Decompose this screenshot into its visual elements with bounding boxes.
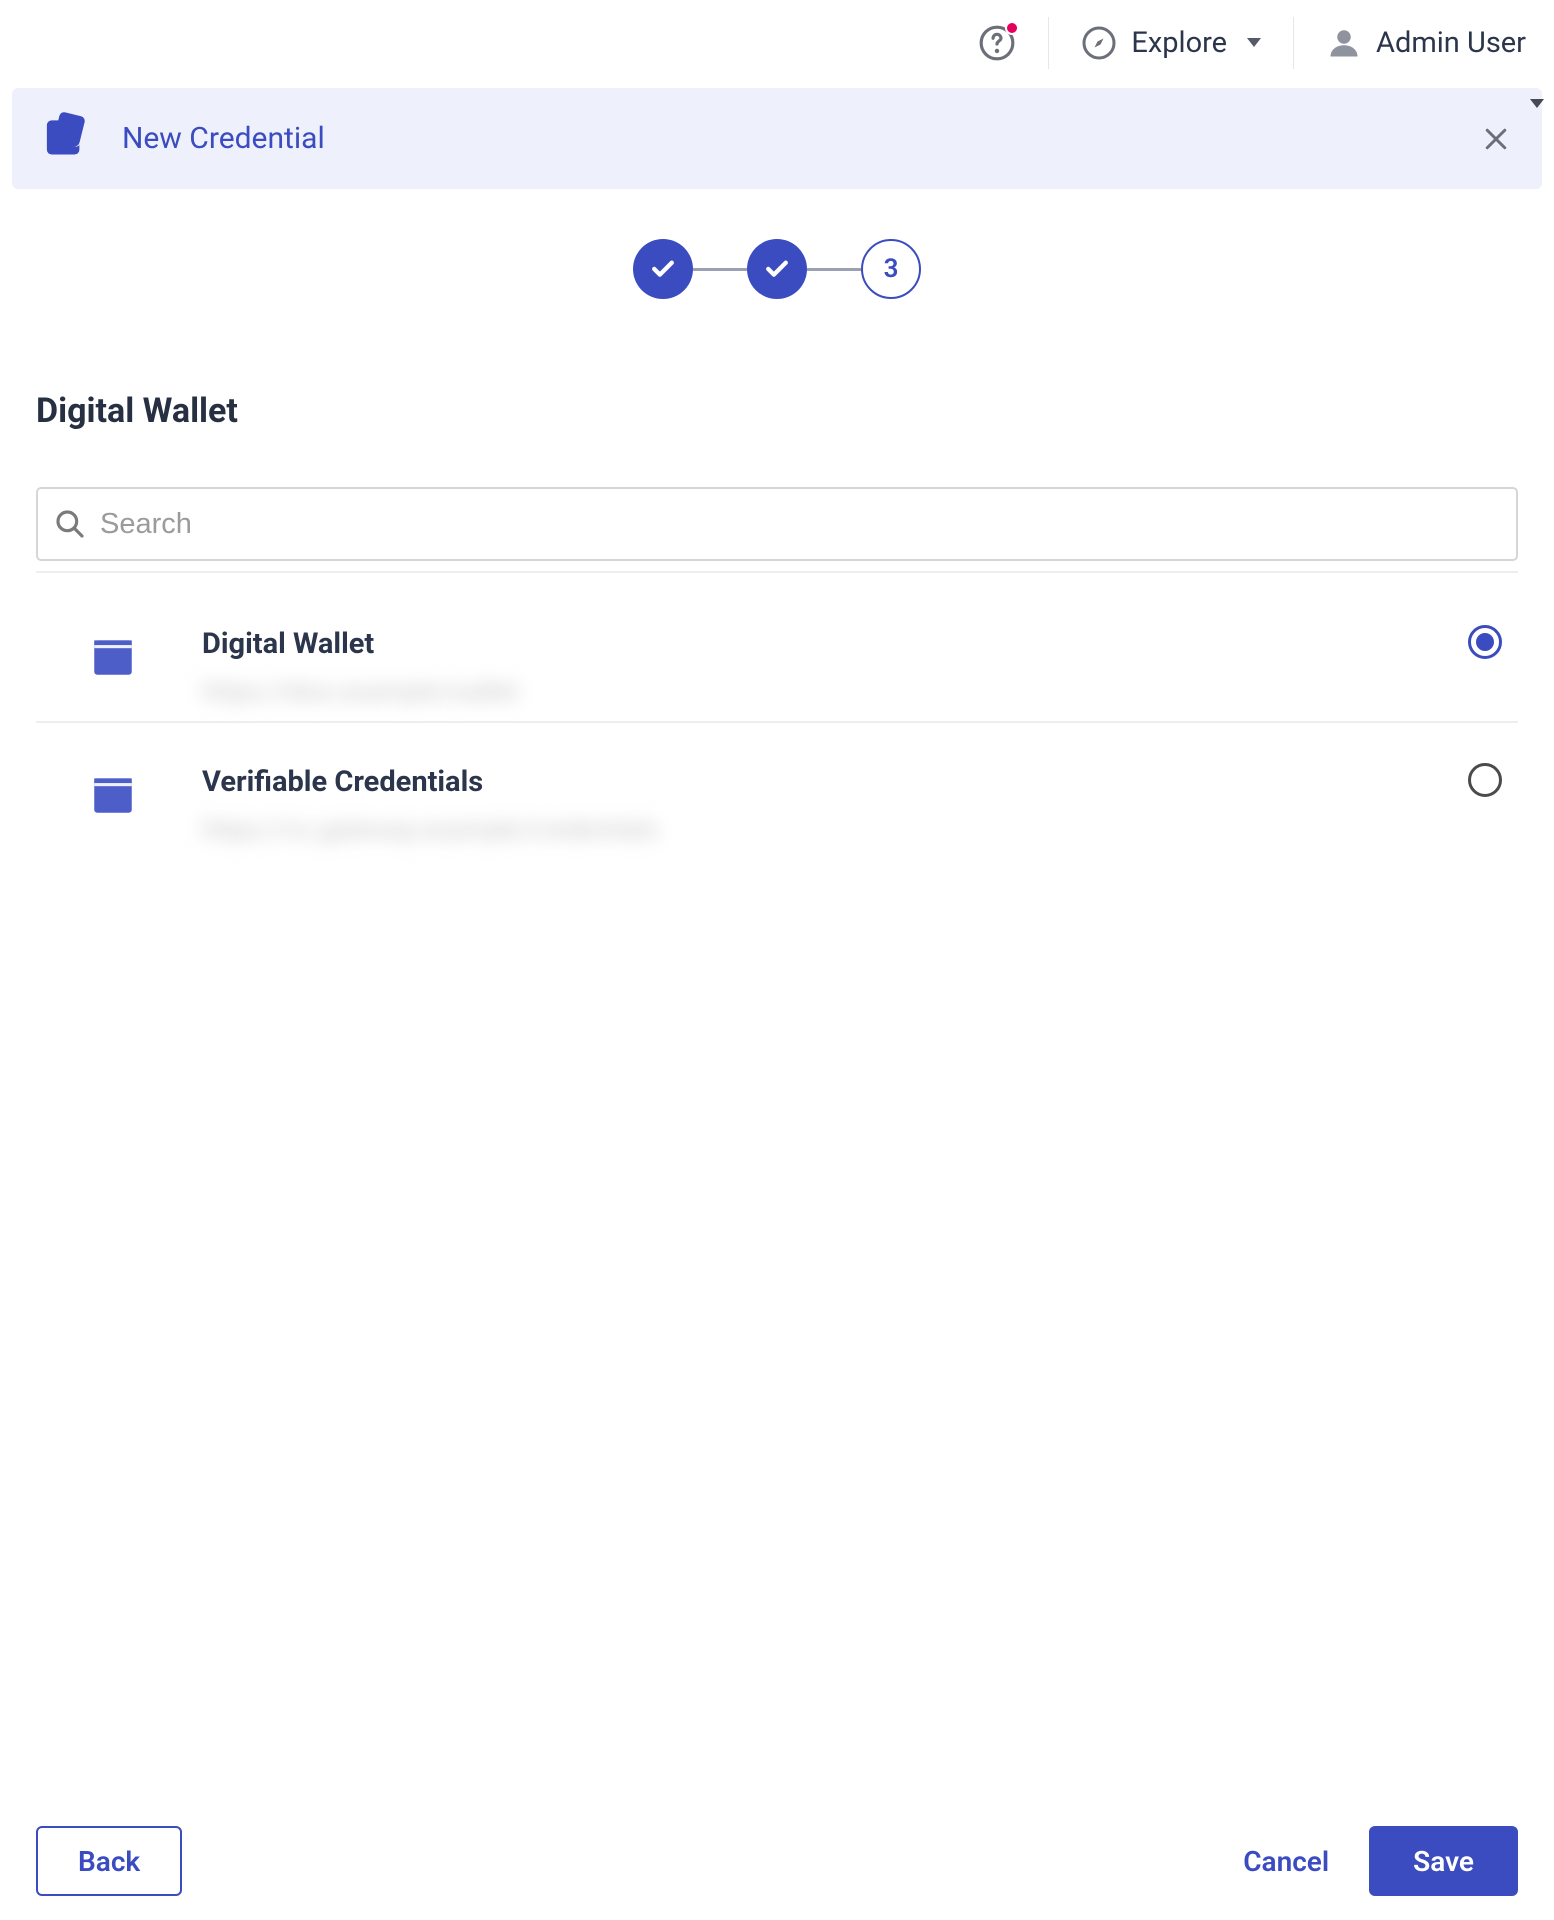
explore-label: Explore	[1131, 26, 1227, 60]
divider	[1048, 17, 1049, 69]
back-button[interactable]: Back	[36, 1826, 182, 1896]
option-title: Digital Wallet	[202, 627, 518, 661]
divider	[1293, 17, 1294, 69]
notification-dot	[1005, 21, 1019, 35]
option-row-verifiable-credentials[interactable]: Verifiable Credentials https://vc.gatewa…	[36, 723, 1518, 859]
overflow-caret-icon[interactable]	[1530, 99, 1544, 108]
radio-selected[interactable]	[1468, 625, 1502, 659]
footer-actions: Back Cancel Save	[0, 1826, 1554, 1896]
progress-stepper: 3	[0, 239, 1554, 299]
step-connector	[807, 268, 861, 271]
wallet-icon	[88, 769, 138, 826]
check-icon	[762, 254, 792, 284]
options-list: Digital Wallet https://dws.example/walle…	[36, 585, 1518, 859]
save-label: Save	[1413, 1845, 1474, 1878]
cancel-button[interactable]: Cancel	[1213, 1826, 1359, 1896]
credential-cards-icon	[42, 109, 94, 168]
search-input[interactable]	[100, 508, 1500, 541]
option-row-digital-wallet[interactable]: Digital Wallet https://dws.example/walle…	[36, 585, 1518, 723]
close-icon	[1481, 124, 1511, 154]
close-button[interactable]	[1476, 119, 1516, 159]
chevron-down-icon	[1247, 38, 1261, 47]
divider	[36, 571, 1518, 573]
radio-unselected[interactable]	[1468, 763, 1502, 797]
option-title: Verifiable Credentials	[202, 765, 658, 799]
option-subtitle: https://dws.example/wallet	[202, 677, 518, 707]
back-label: Back	[78, 1845, 140, 1878]
wallet-icon	[88, 631, 138, 688]
section-title: Digital Wallet	[36, 391, 1518, 431]
explore-menu[interactable]: Explore	[1081, 25, 1261, 61]
app-topbar: Explore Admin User	[0, 0, 1554, 85]
step-1	[633, 239, 693, 299]
compass-icon	[1081, 25, 1117, 61]
help-button[interactable]	[978, 24, 1016, 62]
save-button[interactable]: Save	[1369, 1826, 1518, 1896]
check-icon	[648, 254, 678, 284]
step-3: 3	[861, 239, 921, 299]
search-field-wrapper[interactable]	[36, 487, 1518, 561]
step-number: 3	[884, 254, 899, 284]
search-icon	[54, 508, 86, 540]
user-icon	[1326, 25, 1362, 61]
user-menu[interactable]: Admin User	[1326, 25, 1526, 61]
step-2	[747, 239, 807, 299]
step-connector	[693, 268, 747, 271]
sheet-header: New Credential	[12, 88, 1542, 189]
cancel-label: Cancel	[1243, 1845, 1329, 1878]
option-subtitle: https://vc.gateway.example/credentials	[202, 815, 658, 845]
sheet-title: New Credential	[122, 121, 325, 156]
user-label: Admin User	[1376, 26, 1526, 60]
